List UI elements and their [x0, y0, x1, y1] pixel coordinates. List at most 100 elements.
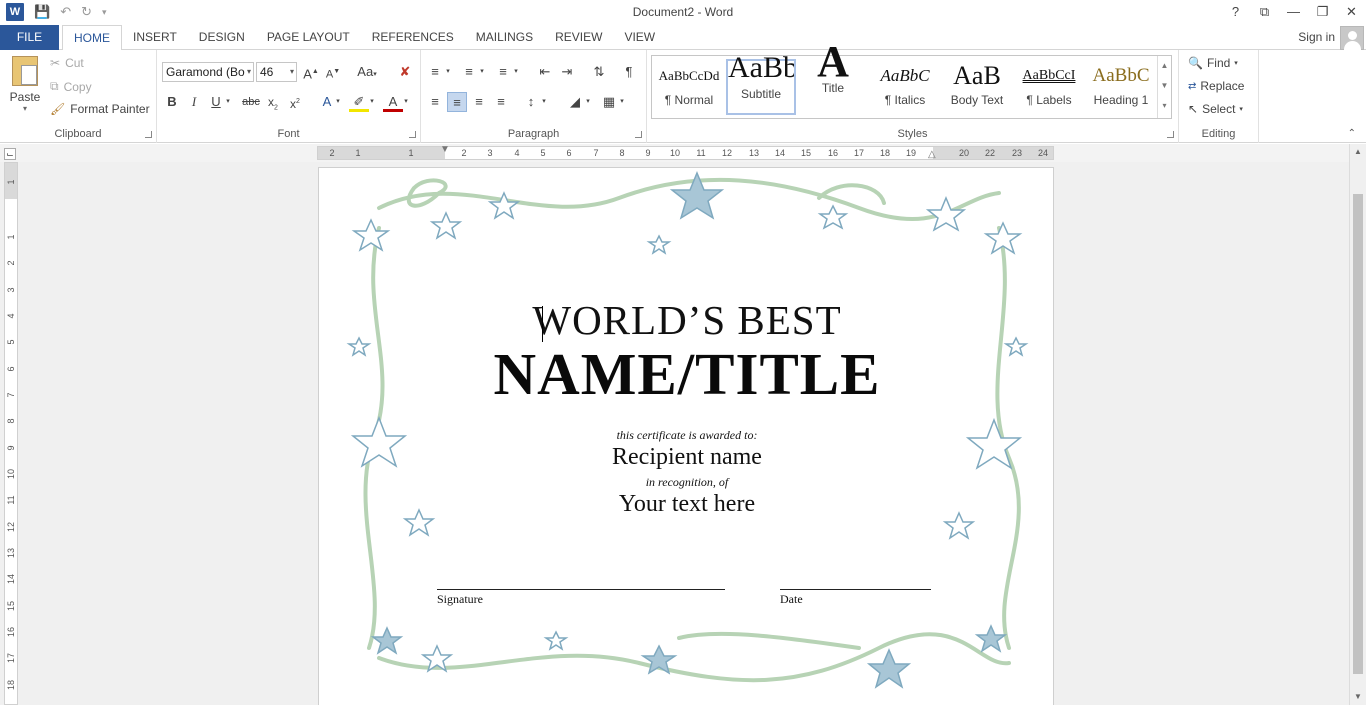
style-normal[interactable]: AaBbCcDd ¶ Normal: [654, 59, 724, 115]
minimize-button[interactable]: —: [1279, 0, 1308, 25]
horizontal-ruler[interactable]: 2 1 1 2 3 4 5 6 7 8 9 10 11 12 13 14 15 …: [317, 144, 1054, 160]
find-dropdown-icon[interactable]: ▾: [1234, 59, 1238, 67]
document-page[interactable]: WORLD’S BEST NAME/TITLE this certificate…: [318, 167, 1054, 705]
cut-button[interactable]: ✂ Cut: [50, 56, 84, 70]
font-color-dropdown-icon[interactable]: ▾: [401, 92, 411, 112]
decrease-indent-icon[interactable]: ⇤: [535, 62, 555, 82]
signature-label[interactable]: Signature: [437, 592, 483, 607]
tab-references[interactable]: REFERENCES: [361, 25, 465, 50]
style-body-text[interactable]: AaB Body Text: [942, 59, 1012, 115]
style-italics[interactable]: AaBbC ¶ Italics: [870, 59, 940, 115]
select-button[interactable]: ↖ Select ▾: [1188, 102, 1243, 116]
change-case-icon[interactable]: Aa▾: [353, 62, 381, 82]
numbering-dropdown-icon[interactable]: ▾: [477, 62, 487, 82]
vertical-scrollbar[interactable]: ▲ ▼: [1349, 144, 1366, 705]
subscript-icon[interactable]: x2: [263, 92, 283, 112]
line-spacing-icon[interactable]: ↕: [521, 92, 541, 112]
shrink-font-icon[interactable]: A▼: [323, 62, 343, 82]
style-subtitle[interactable]: AaBbC Subtitle: [726, 53, 796, 115]
sort-icon[interactable]: ⇅: [589, 62, 609, 82]
gallery-down-icon[interactable]: ▼: [1158, 76, 1171, 96]
your-text-here[interactable]: Your text here: [319, 491, 1055, 518]
clear-formatting-icon[interactable]: ✘: [395, 62, 415, 82]
shading-icon[interactable]: ◢: [565, 92, 585, 112]
tab-page-layout[interactable]: PAGE LAYOUT: [256, 25, 361, 50]
font-size-dropdown-icon[interactable]: ▾: [290, 63, 294, 81]
scroll-down-icon[interactable]: ▼: [1350, 689, 1366, 705]
tab-mailings[interactable]: MAILINGS: [465, 25, 544, 50]
tab-home[interactable]: HOME: [62, 25, 122, 51]
first-line-indent-marker[interactable]: ▼: [440, 144, 450, 155]
show-formatting-marks-icon[interactable]: ¶: [619, 62, 639, 82]
recognition-text[interactable]: in recognition, of: [319, 475, 1055, 490]
italic-icon[interactable]: I: [184, 92, 204, 112]
avatar[interactable]: [1340, 26, 1364, 50]
paragraph-launcher-icon[interactable]: [635, 131, 642, 138]
justify-icon[interactable]: ≡: [491, 92, 511, 112]
line-spacing-dropdown-icon[interactable]: ▾: [539, 92, 549, 112]
highlight-icon[interactable]: ✐: [349, 92, 369, 112]
style-preview: AaBbCcI: [1022, 68, 1076, 83]
highlight-dropdown-icon[interactable]: ▾: [367, 92, 377, 112]
paste-button[interactable]: Paste ▾: [8, 56, 42, 113]
help-icon[interactable]: ?: [1221, 0, 1250, 25]
sign-in-link[interactable]: Sign in: [1298, 30, 1335, 44]
format-painter-button[interactable]: 🖌 Format Painter: [50, 102, 150, 116]
numbering-icon[interactable]: ≡: [459, 62, 479, 82]
recipient-name[interactable]: Recipient name: [319, 444, 1055, 471]
tab-review[interactable]: REVIEW: [544, 25, 613, 50]
scrollbar-thumb[interactable]: [1353, 194, 1363, 674]
align-center-icon[interactable]: ≡: [447, 92, 467, 112]
text-effects-dropdown-icon[interactable]: ▾: [333, 92, 343, 112]
copy-button[interactable]: ⧉ Copy: [50, 79, 92, 94]
vertical-ruler[interactable]: 1 1 2 3 4 5 6 7 8 9 10 11 12 13 14 15 16…: [4, 162, 18, 705]
font-size-box[interactable]: 46 ▾: [256, 62, 297, 82]
font-launcher-icon[interactable]: [409, 131, 416, 138]
increase-indent-icon[interactable]: ⇥: [557, 62, 577, 82]
replace-button[interactable]: ⇄ Replace: [1188, 79, 1244, 93]
style-labels[interactable]: AaBbCcI ¶ Labels: [1014, 59, 1084, 115]
right-indent-marker[interactable]: △: [928, 149, 936, 160]
bold-icon[interactable]: B: [162, 92, 182, 112]
scroll-up-icon[interactable]: ▲: [1350, 144, 1366, 160]
collapse-ribbon-icon[interactable]: ⌃: [1348, 128, 1356, 139]
clipboard-launcher-icon[interactable]: [145, 131, 152, 138]
multilevel-dropdown-icon[interactable]: ▾: [511, 62, 521, 82]
align-left-icon[interactable]: ≡: [425, 92, 445, 112]
awarded-text[interactable]: this certificate is awarded to:: [319, 428, 1055, 443]
certificate-heading[interactable]: WORLD’S BEST: [319, 296, 1055, 344]
borders-icon[interactable]: ▦: [599, 92, 619, 112]
paste-dropdown-icon[interactable]: ▾: [8, 104, 42, 113]
tab-file[interactable]: FILE: [0, 25, 59, 50]
ruler-tick: 13: [748, 148, 760, 158]
styles-launcher-icon[interactable]: [1167, 131, 1174, 138]
shading-dropdown-icon[interactable]: ▾: [583, 92, 593, 112]
ribbon-display-options-icon[interactable]: ⧉: [1250, 0, 1279, 25]
bullets-icon[interactable]: ≡: [425, 62, 445, 82]
find-button[interactable]: 🔍 Find ▾: [1188, 56, 1238, 70]
tab-design[interactable]: DESIGN: [188, 25, 256, 50]
tab-selector-icon[interactable]: ⌙: [4, 148, 16, 160]
underline-dropdown-icon[interactable]: ▾: [223, 92, 233, 112]
multilevel-list-icon[interactable]: ≡: [493, 62, 513, 82]
superscript-icon[interactable]: x2: [285, 92, 305, 112]
gallery-more-icon[interactable]: ▾: [1158, 96, 1171, 116]
borders-dropdown-icon[interactable]: ▾: [617, 92, 627, 112]
gallery-up-icon[interactable]: ▲: [1158, 56, 1171, 76]
font-family-box[interactable]: Garamond (Bo ▾: [162, 62, 254, 82]
font-color-icon[interactable]: A: [383, 92, 403, 112]
select-dropdown-icon[interactable]: ▾: [1239, 105, 1243, 113]
date-label[interactable]: Date: [780, 592, 803, 607]
close-button[interactable]: ✕: [1337, 0, 1366, 25]
certificate-title[interactable]: NAME/TITLE: [319, 340, 1055, 409]
grow-font-icon[interactable]: A▲: [301, 62, 321, 82]
style-title[interactable]: A Title: [798, 47, 868, 115]
style-heading-1[interactable]: AaBbC Heading 1: [1086, 59, 1156, 115]
tab-insert[interactable]: INSERT: [122, 25, 188, 50]
font-family-dropdown-icon[interactable]: ▾: [247, 63, 251, 81]
tab-view[interactable]: VIEW: [613, 25, 666, 50]
align-right-icon[interactable]: ≡: [469, 92, 489, 112]
restore-button[interactable]: ❐: [1308, 0, 1337, 25]
strikethrough-icon[interactable]: abc: [241, 92, 261, 112]
bullets-dropdown-icon[interactable]: ▾: [443, 62, 453, 82]
